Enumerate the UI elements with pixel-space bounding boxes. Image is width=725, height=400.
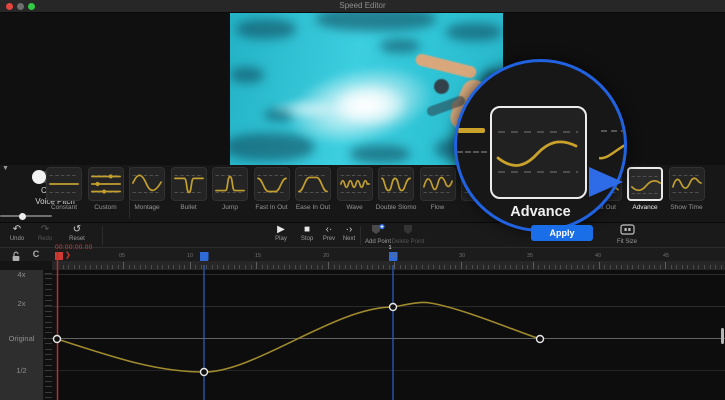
preset-item-custom[interactable]: Custom <box>84 167 127 219</box>
preset-item-jump[interactable]: Jump <box>209 167 252 219</box>
preset-curve-thumbnail <box>378 167 414 201</box>
preset-label: Ease In Out <box>292 204 335 211</box>
preset-label: Flow <box>416 204 459 211</box>
preset-strip-scrollbar-knob[interactable] <box>19 213 26 220</box>
preset-item-show-time[interactable]: Show Time <box>665 167 708 219</box>
preset-item-bullet[interactable]: Bullet <box>167 167 210 219</box>
delete-point-icon <box>386 224 430 239</box>
preset-curve-thumbnail <box>129 167 165 201</box>
window-title: Speed Editor <box>0 1 725 10</box>
preset-curve-thumbnail <box>212 167 248 201</box>
magnified-fragment <box>457 128 485 133</box>
preset-label: Wave <box>333 204 376 211</box>
preset-label: Jump <box>209 204 252 211</box>
preset-label: Advance <box>624 204 667 211</box>
magnifier-label: Advance <box>457 204 624 220</box>
swimmer-head <box>434 79 449 94</box>
curve-point[interactable] <box>390 304 397 311</box>
preset-item-constant[interactable]: Constant <box>43 167 86 219</box>
curve-overlay <box>0 242 725 400</box>
preset-label: Fast In Out <box>250 204 293 211</box>
preset-item-double-slomo[interactable]: Double Slomo <box>375 167 418 219</box>
speed-curve <box>57 302 540 372</box>
preset-label: Constant <box>43 204 86 211</box>
preset-label: Custom <box>84 204 127 211</box>
preset-curve-thumbnail <box>337 167 373 201</box>
preset-label: Montage <box>126 204 169 211</box>
curve-point[interactable] <box>201 369 208 376</box>
preset-item-montage[interactable]: Montage <box>126 167 169 219</box>
curve-point[interactable] <box>54 336 61 343</box>
magnifier-callout: Advance <box>454 59 627 232</box>
preset-curve-thumbnail <box>254 167 290 201</box>
preset-label: Double Slomo <box>375 204 418 211</box>
preset-item-fast-in-out[interactable]: Fast In Out <box>250 167 293 219</box>
magnified-advance-thumbnail <box>490 106 587 199</box>
preset-label: Show Time <box>665 204 708 211</box>
title-bar: Speed Editor <box>0 0 725 13</box>
preset-curve-thumbnail <box>46 167 82 201</box>
preset-item-wave[interactable]: Wave <box>333 167 376 219</box>
collapse-panel-icon[interactable]: ▼ <box>2 165 9 172</box>
preset-curve-thumbnail <box>171 167 207 201</box>
preset-label: Bullet <box>167 204 210 211</box>
apply-button[interactable]: Apply <box>531 225 593 241</box>
fit-size-icon <box>607 224 647 239</box>
preset-item-ease-in-out[interactable]: Ease In Out <box>292 167 335 219</box>
reset-icon: ↺ <box>57 224 97 236</box>
preset-curve-thumbnail <box>669 167 705 201</box>
preset-curve-thumbnail <box>295 167 331 201</box>
preset-curve-thumbnail <box>88 167 124 201</box>
preset-curve-thumbnail <box>420 167 456 201</box>
preset-item-advance[interactable]: Advance <box>624 167 667 219</box>
preset-item-flow[interactable]: Flow <box>416 167 459 219</box>
reset-button[interactable]: ↺ Reset <box>57 224 97 242</box>
preset-curve-thumbnail <box>627 167 663 201</box>
speed-editor-window: Speed Editor ▼ Change <box>0 0 725 400</box>
curve-point[interactable] <box>537 336 544 343</box>
